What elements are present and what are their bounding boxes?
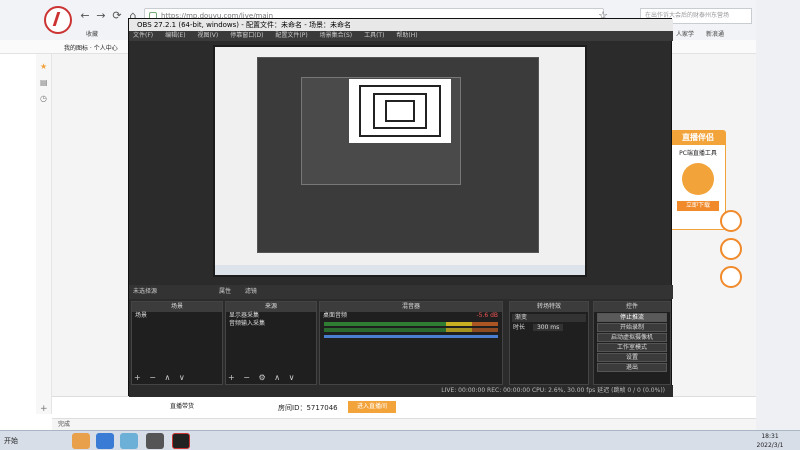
studio-mode-button[interactable]: 工作室模式 [597, 343, 667, 352]
scenes-header: 场景 [132, 302, 222, 312]
app-icon-5[interactable] [172, 433, 190, 449]
obs-window: OBS 27.2.1 (64-bit, windows) - 配置文件：未命名 … [128, 18, 673, 397]
windows-taskbar: 开始 18:31 2022/3/1 [0, 430, 800, 450]
scene-controls[interactable]: + − ∧ ∨ [134, 373, 188, 382]
play-icon[interactable] [720, 210, 742, 232]
bookmark-right-1[interactable]: 人家学 [676, 29, 694, 38]
mixer-level: -5.6 dB [476, 312, 498, 319]
menu-help[interactable]: 帮助(H) [396, 32, 417, 39]
start-button[interactable]: 开始 [4, 433, 34, 449]
home-float-icon[interactable] [720, 238, 742, 260]
mascot-icon [682, 163, 714, 195]
promo-download-button[interactable]: 立即下载 [677, 201, 719, 211]
bookmark-right-2[interactable]: 新浪通 [706, 29, 724, 38]
app-icon-2[interactable] [96, 433, 114, 449]
sources-header: 来源 [226, 302, 316, 312]
menu-tools[interactable]: 工具(T) [364, 32, 384, 39]
favorite-icon[interactable]: ★ [40, 62, 47, 71]
mixer-channel: 桌面音频 -5.6 dB [320, 312, 502, 320]
stop-stream-button[interactable]: 停止推流 [597, 313, 667, 322]
side-rail: ★ ▤ ◷ + [36, 54, 52, 414]
menu-edit[interactable]: 编辑(E) [165, 32, 185, 39]
filters-button[interactable]: 滤镜 [245, 288, 257, 295]
source-toolbar: 未选择源 属性 滤镜 [129, 285, 673, 299]
promo-subtitle: PC端直播工具 [679, 150, 717, 157]
no-source-label: 未选择源 [133, 288, 158, 295]
menu-profile[interactable]: 配置文件(P) [275, 32, 307, 39]
obs-menu-bar: 文件(F) 编辑(E) 视图(V) 停靠窗口(D) 配置文件(P) 场景集合(S… [129, 31, 673, 41]
menu-file[interactable]: 文件(F) [133, 32, 153, 39]
recursive-preview [349, 79, 451, 143]
room-id: 房间ID：5717046 [278, 404, 338, 412]
right-panel [756, 0, 800, 430]
obs-status-bar: LIVE: 00:00:00 REC: 00:00:00 CPU: 2.6%, … [129, 385, 673, 397]
menu-docks[interactable]: 停靠窗口(D) [230, 32, 263, 39]
promo-title: 直播伴侣 [671, 131, 725, 145]
source-controls[interactable]: + − ⚙ ∧ ∨ [228, 373, 297, 382]
app-icon-1[interactable] [72, 433, 90, 449]
settings-button[interactable]: 设置 [597, 353, 667, 362]
sources-dock: 来源 显示器采集 音频输入采集 + − ⚙ ∧ ∨ [225, 301, 317, 385]
preview-taskbar [215, 265, 585, 275]
properties-button[interactable]: 属性 [219, 288, 231, 295]
volume-slider[interactable] [324, 335, 498, 338]
transitions-dock: 转场特效 渐变 时长 300 ms [509, 301, 589, 385]
duration-row: 时长 300 ms [510, 324, 588, 332]
source-item-display[interactable]: 显示器采集 [226, 312, 316, 320]
scene-item[interactable]: 场景 [132, 312, 222, 320]
clock-time: 18:31 [761, 433, 779, 440]
enter-room-button[interactable]: 进入直播间 [348, 401, 396, 413]
screen-capture-icon[interactable] [720, 266, 742, 288]
bookmark-label[interactable]: 收藏 [86, 29, 98, 38]
duration-input[interactable]: 300 ms [532, 324, 564, 331]
obs-title-bar: OBS 27.2.1 (64-bit, windows) - 配置文件：未命名 … [129, 19, 673, 31]
volume-meter [324, 322, 498, 326]
clock-date: 2022/3/1 [756, 442, 784, 449]
system-clock: 18:31 2022/3/1 [742, 432, 798, 450]
start-recording-button[interactable]: 开始录制 [597, 323, 667, 332]
menu-view[interactable]: 视图(V) [197, 32, 218, 39]
promo-card[interactable]: 直播伴侣 PC端直播工具 立即下载 [670, 130, 726, 230]
history-icon[interactable]: ◷ [40, 94, 47, 103]
obs-taskbar-icon[interactable] [146, 433, 164, 449]
download-icon[interactable]: ▤ [40, 78, 48, 87]
forward-icon[interactable]: → [94, 9, 108, 23]
volume-meter-2 [324, 328, 498, 332]
source-item-audio[interactable]: 音频输入采集 [226, 320, 316, 328]
browser-status: 完成 [52, 418, 756, 430]
mixer-channel-name: 桌面音频 [323, 312, 348, 319]
controls-dock: 控件 停止推流 开始录制 启动虚拟摄像机 工作室模式 设置 退出 [593, 301, 671, 385]
exit-button[interactable]: 退出 [597, 363, 667, 372]
room-label: 直播带货 [170, 403, 195, 410]
controls-header: 控件 [594, 302, 670, 312]
transition-select[interactable]: 渐变 [512, 314, 586, 322]
refresh-icon[interactable]: ⟳ [110, 9, 124, 23]
transitions-header: 转场特效 [510, 302, 588, 312]
duration-label: 时长 [513, 324, 526, 331]
scenes-dock: 场景 场景 + − ∧ ∨ [131, 301, 223, 385]
back-icon[interactable]: ← [78, 9, 92, 23]
virtual-camera-button[interactable]: 启动虚拟摄像机 [597, 333, 667, 342]
add-icon[interactable]: + [40, 404, 48, 414]
tab-item[interactable]: 我的图标 · 个人中心 [64, 43, 118, 52]
mixer-dock: 混音器 桌面音频 -5.6 dB [319, 301, 503, 385]
mixer-header: 混音器 [320, 302, 502, 312]
app-icon-3[interactable] [120, 433, 138, 449]
menu-scene-collection[interactable]: 场景集合(S) [320, 32, 353, 39]
room-info-strip: 直播带货 房间ID：5717046 进入直播间 [52, 396, 756, 418]
